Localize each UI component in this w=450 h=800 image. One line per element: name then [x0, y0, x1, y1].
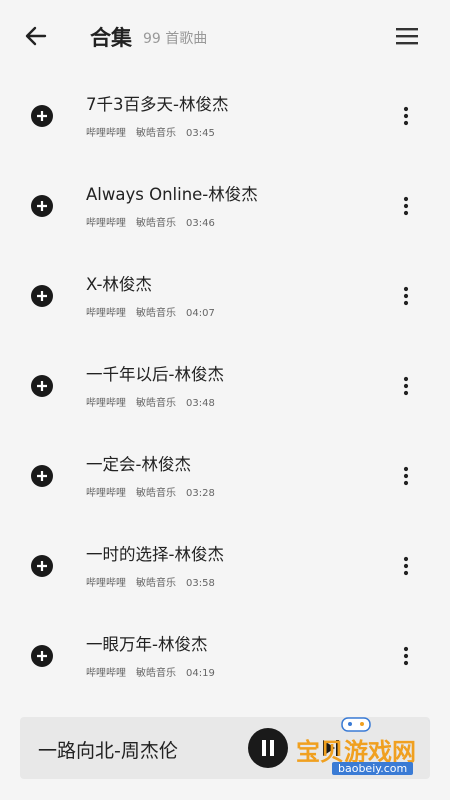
vertical-dots-icon — [403, 106, 409, 126]
song-title: 一千年以后-林俊杰 — [86, 365, 224, 384]
song-source: 哔哩哔哩 — [86, 308, 126, 319]
vertical-dots-icon — [403, 376, 409, 396]
song-uploader: 敏皓音乐 — [136, 488, 176, 499]
song-uploader: 敏皓音乐 — [136, 218, 176, 229]
vertical-dots-icon — [403, 646, 409, 666]
song-source: 哔哩哔哩 — [86, 218, 126, 229]
song-uploader: 敏皓音乐 — [136, 578, 176, 589]
song-duration: 03:58 — [186, 578, 215, 589]
vertical-dots-icon — [403, 286, 409, 306]
plus-circle-icon — [31, 465, 53, 487]
song-list: 7千3百多天-林俊杰 哔哩哔哩 敏皓音乐 03:45 Always Online-林… — [0, 72, 450, 702]
more-options-button[interactable] — [398, 195, 414, 217]
song-meta: 哔哩哔哩 敏皓音乐 03:28 — [86, 484, 225, 499]
song-duration: 03:48 — [186, 398, 215, 409]
song-meta: 哔哩哔哩 敏皓音乐 03:45 — [86, 124, 225, 139]
add-button[interactable] — [31, 285, 53, 307]
plus-circle-icon — [31, 285, 53, 307]
song-row[interactable]: 一定会-林俊杰 哔哩哔哩 敏皓音乐 03:28 — [0, 432, 450, 522]
song-title: 一定会-林俊杰 — [86, 455, 191, 474]
add-button[interactable] — [31, 555, 53, 577]
back-button[interactable] — [22, 22, 50, 50]
vertical-dots-icon — [403, 556, 409, 576]
add-button[interactable] — [31, 195, 53, 217]
song-source: 哔哩哔哩 — [86, 578, 126, 589]
now-playing-title: 一路向北-周杰伦 — [38, 740, 178, 762]
song-row[interactable]: 一时的选择-林俊杰 哔哩哔哩 敏皓音乐 03:58 — [0, 522, 450, 612]
page-title: 合集 — [90, 26, 132, 50]
watermark: 宝贝游戏网 baobeiy.com — [296, 712, 426, 782]
song-title: 一眼万年-林俊杰 — [86, 635, 208, 654]
plus-circle-icon — [31, 195, 53, 217]
song-uploader: 敏皓音乐 — [136, 308, 176, 319]
plus-circle-icon — [31, 645, 53, 667]
plus-circle-icon — [31, 375, 53, 397]
song-row[interactable]: 一千年以后-林俊杰 哔哩哔哩 敏皓音乐 03:48 — [0, 342, 450, 432]
song-uploader: 敏皓音乐 — [136, 398, 176, 409]
more-options-button[interactable] — [398, 645, 414, 667]
gamepad-logo-icon — [341, 717, 371, 732]
song-meta: 哔哩哔哩 敏皓音乐 04:07 — [86, 304, 225, 319]
song-duration: 03:46 — [186, 218, 215, 229]
song-meta: 哔哩哔哩 敏皓音乐 03:58 — [86, 574, 225, 589]
song-count: 99 首歌曲 — [143, 31, 208, 47]
pause-icon — [262, 740, 274, 756]
add-button[interactable] — [31, 375, 53, 397]
song-uploader: 敏皓音乐 — [136, 668, 176, 679]
vertical-dots-icon — [403, 196, 409, 216]
song-meta: 哔哩哔哩 敏皓音乐 04:19 — [86, 664, 225, 679]
song-source: 哔哩哔哩 — [86, 488, 126, 499]
play-pause-button[interactable] — [248, 728, 288, 768]
song-duration: 04:19 — [186, 668, 215, 679]
more-options-button[interactable] — [398, 375, 414, 397]
song-source: 哔哩哔哩 — [86, 668, 126, 679]
song-uploader: 敏皓音乐 — [136, 128, 176, 139]
song-row[interactable]: 一眼万年-林俊杰 哔哩哔哩 敏皓音乐 04:19 — [0, 612, 450, 702]
add-button[interactable] — [31, 105, 53, 127]
more-options-button[interactable] — [398, 465, 414, 487]
song-title: 一时的选择-林俊杰 — [86, 545, 224, 564]
song-source: 哔哩哔哩 — [86, 398, 126, 409]
hamburger-menu-icon — [396, 28, 418, 45]
song-row[interactable]: 7千3百多天-林俊杰 哔哩哔哩 敏皓音乐 03:45 — [0, 72, 450, 162]
add-button[interactable] — [31, 645, 53, 667]
song-title: Always Online-林俊杰 — [86, 185, 258, 204]
song-meta: 哔哩哔哩 敏皓音乐 03:48 — [86, 394, 225, 409]
song-duration: 04:07 — [186, 308, 215, 319]
song-title: 7千3百多天-林俊杰 — [86, 95, 229, 114]
plus-circle-icon — [31, 105, 53, 127]
arrow-left-icon — [25, 26, 47, 46]
more-options-button[interactable] — [398, 105, 414, 127]
vertical-dots-icon — [403, 466, 409, 486]
song-row[interactable]: X-林俊杰 哔哩哔哩 敏皓音乐 04:07 — [0, 252, 450, 342]
song-source: 哔哩哔哩 — [86, 128, 126, 139]
watermark-url: baobeiy.com — [332, 762, 414, 775]
song-row[interactable]: Always Online-林俊杰 哔哩哔哩 敏皓音乐 03:46 — [0, 162, 450, 252]
menu-button[interactable] — [394, 24, 420, 48]
song-title: X-林俊杰 — [86, 275, 152, 294]
song-duration: 03:45 — [186, 128, 215, 139]
header: 合集 99 首歌曲 — [0, 0, 450, 72]
song-duration: 03:28 — [186, 488, 215, 499]
add-button[interactable] — [31, 465, 53, 487]
more-options-button[interactable] — [398, 555, 414, 577]
song-meta: 哔哩哔哩 敏皓音乐 03:46 — [86, 214, 225, 229]
plus-circle-icon — [31, 555, 53, 577]
more-options-button[interactable] — [398, 285, 414, 307]
